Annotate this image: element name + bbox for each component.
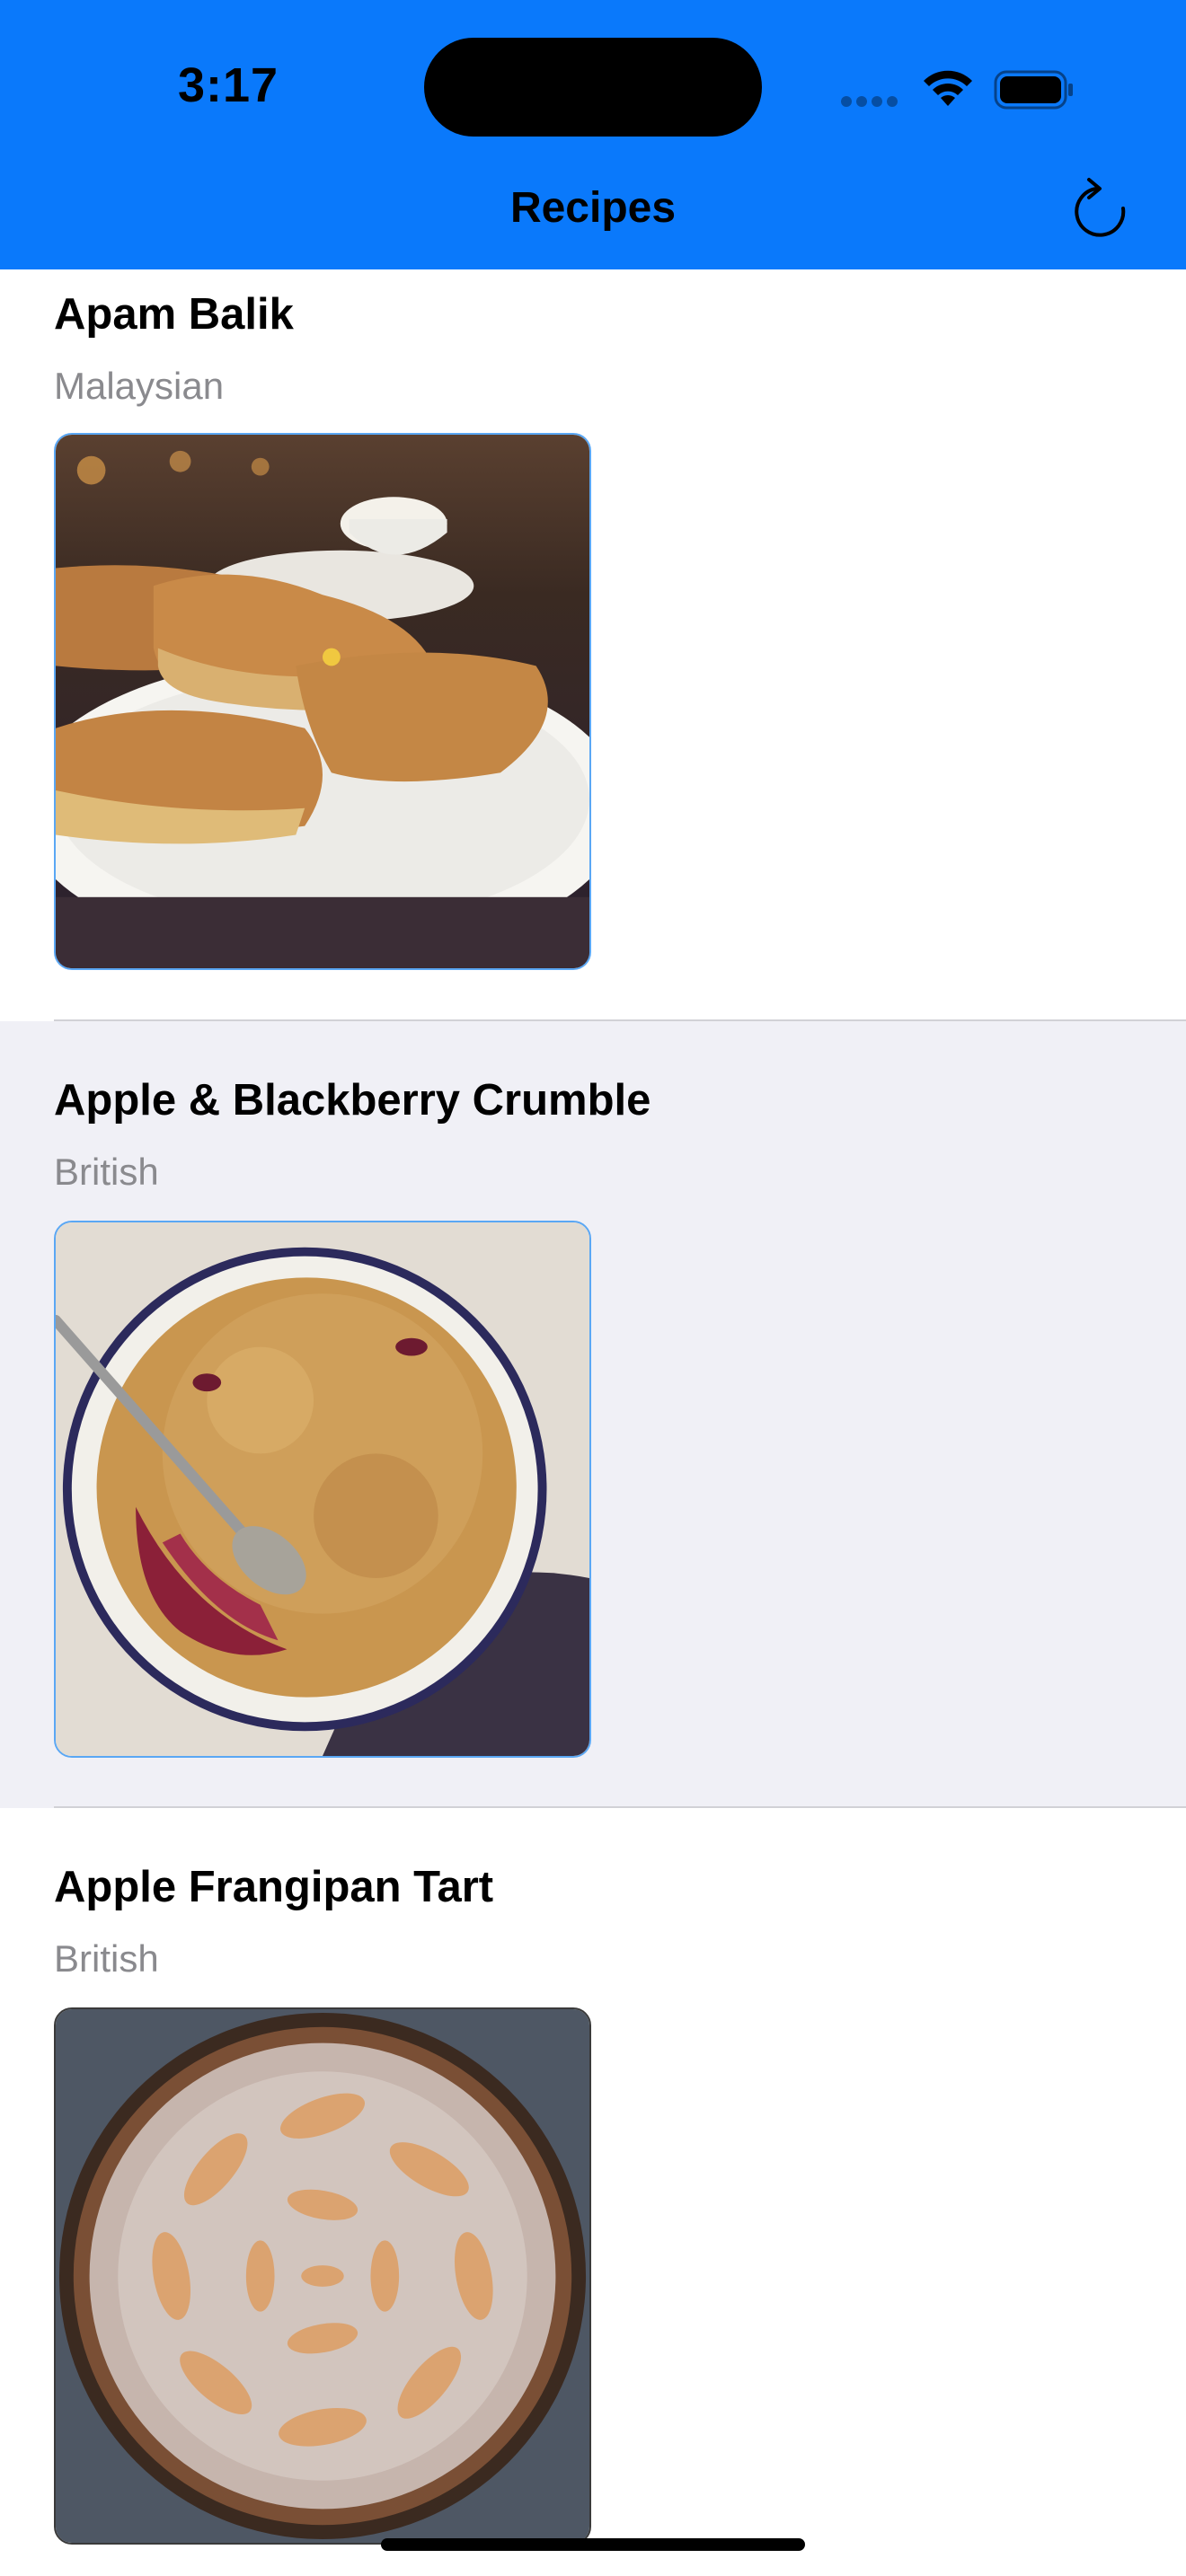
refresh-icon	[1075, 178, 1126, 237]
status-time: 3:17	[178, 58, 279, 112]
home-indicator	[381, 2538, 805, 2551]
nav-title: Recipes	[509, 184, 677, 232]
recipe-cuisine: Malaysian	[54, 365, 225, 407]
recipe-name: Apple & Blackberry Crumble	[54, 1076, 651, 1125]
apple-blackberry-crumble-photo	[54, 1221, 591, 1758]
recipe-cuisine: British	[54, 1151, 159, 1193]
status-icons	[836, 61, 1078, 115]
recipe-name: Apam Balik	[54, 290, 294, 339]
wifi-icon	[924, 70, 972, 106]
recipe-row[interactable]: Apple & Blackberry Crumble British	[0, 1021, 1186, 1808]
recipe-row[interactable]: Apam Balik Malaysian	[0, 269, 1186, 1021]
refresh-button[interactable]	[1069, 176, 1132, 244]
dynamic-island	[424, 38, 762, 137]
recipe-cuisine: British	[54, 1937, 159, 1980]
battery-icon	[994, 70, 1073, 110]
signal-dots-icon	[841, 95, 904, 108]
apam-balik-photo	[54, 433, 591, 970]
navigation-bar: 3:17 Recipes	[0, 0, 1186, 269]
apple-frangipan-tart-photo	[54, 2007, 591, 2545]
recipe-row[interactable]: Apple Frangipan Tart British	[0, 1808, 1186, 2576]
recipe-name: Apple Frangipan Tart	[54, 1863, 494, 1911]
recipe-list[interactable]: Apam Balik Malaysian Apple & Blackberry …	[0, 269, 1186, 2576]
screen: 3:17 Recipes Apam Balik Malaysian Apple …	[0, 0, 1186, 2576]
